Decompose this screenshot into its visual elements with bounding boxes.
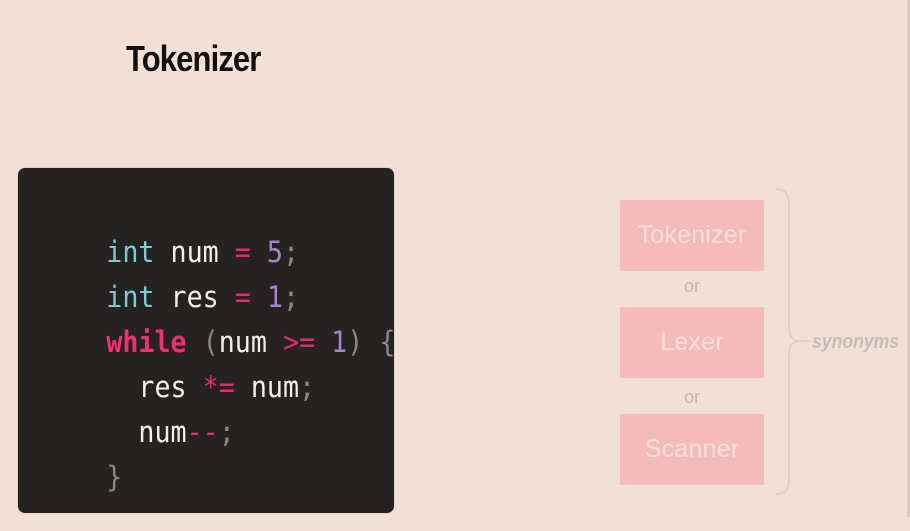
code-line-6: } [42, 423, 122, 531]
code-token-close-brace: } [106, 460, 123, 494]
code-token-close-paren-brace: ) { [347, 325, 396, 359]
code-token-number: 1 [331, 325, 348, 359]
code-panel: int num = 5; int res = 1; while (num >= … [18, 168, 396, 513]
option-scanner: Scanner [620, 414, 764, 485]
code-token-semicolon: ; [218, 415, 235, 449]
or-separator: or [683, 387, 700, 407]
or-separator: or [683, 276, 700, 296]
code-token-decrement: -- [186, 415, 219, 449]
code-token-semicolon: ; [299, 370, 316, 404]
option-lexer: Lexer [620, 307, 764, 378]
option-tokenizer: Tokenizer [620, 200, 764, 271]
page-title: Tokenizer [126, 38, 261, 79]
brace-icon [775, 188, 811, 495]
code-token-identifier: num [234, 370, 300, 404]
synonyms-label: synonyms [812, 331, 900, 353]
